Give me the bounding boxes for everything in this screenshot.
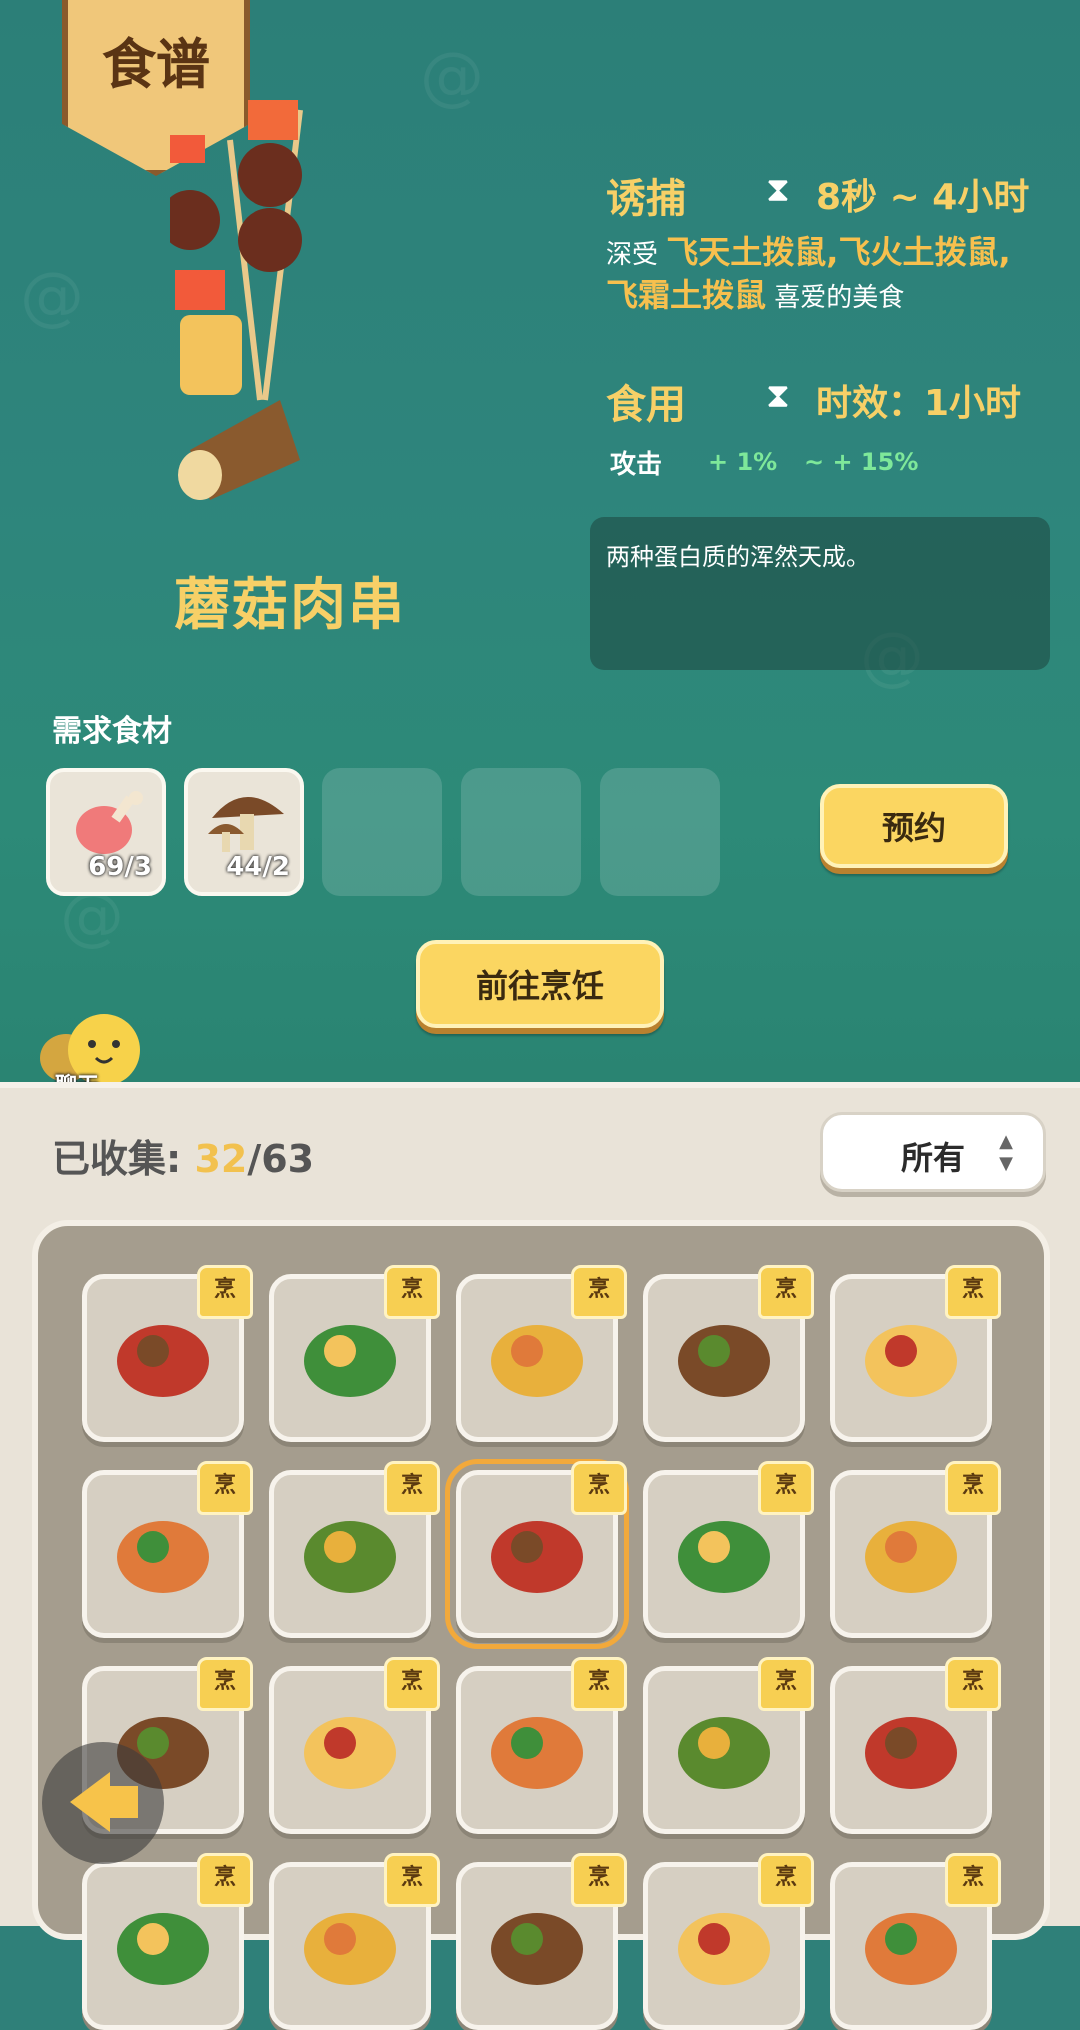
cook-badge-icon: 烹 [758,1265,814,1319]
cook-badge-icon: 烹 [571,1853,627,1907]
attack-min: + 1% [708,448,778,476]
recipe-cell[interactable]: 烹 [82,1265,253,1442]
cook-badge-icon: 烹 [945,1657,1001,1711]
collected-counter: 已收集: 32/63 [52,1128,314,1183]
attack-label: 攻击 [610,450,663,480]
recipe-cell[interactable]: 烹 [269,1265,440,1442]
cook-badge-icon: 烹 [758,1657,814,1711]
ingredient-slot-mushroom[interactable]: 44/2 [184,768,304,896]
lure-time: 8秒 ~ 4小时 [816,177,1030,218]
eat-title: 食用 [606,382,686,428]
cook-badge-icon: 烹 [758,1461,814,1515]
cook-badge-icon: 烹 [945,1853,1001,1907]
recipe-cell[interactable]: 烹 [830,1657,1001,1834]
dish-name: 蘑菇肉串 [174,573,406,638]
cook-badge-icon: 烹 [571,1657,627,1711]
mushroom-icon [208,796,284,852]
recipe-cell[interactable]: 烹 [82,1461,253,1638]
eat-duration: 时效：1小时 [816,383,1022,424]
meat-icon [76,791,143,854]
ingredient-count: 69/3 [88,852,152,882]
cook-badge-icon: 烹 [384,1657,440,1711]
cook-badge-icon: 烹 [384,1853,440,1907]
recipe-cell[interactable]: 烹 [830,1461,1001,1638]
recipe-cell[interactable]: 烹 [643,1853,814,2030]
recipe-cell[interactable]: 烹 [456,1853,627,2030]
recipe-cell[interactable]: 烹 [456,1265,627,1442]
ingredient-slot-empty [322,768,442,896]
hourglass-icon: ⧗ [766,170,790,210]
ingredient-count: 44/2 [226,852,290,882]
banner-title: 食谱 [102,33,210,96]
back-arrow-icon [70,1772,110,1832]
cook-badge-icon: 烹 [197,1853,253,1907]
cook-badge-icon: 烹 [197,1265,253,1319]
lure-creatures-1: 飞天土拨鼠,飞火土拨鼠, [666,233,1011,271]
recipe-cell[interactable]: 烹 [269,1461,440,1638]
cook-badge-icon: 烹 [384,1461,440,1515]
recipe-cell[interactable]: 烹 [445,1459,629,1649]
recipe-cell[interactable]: 烹 [830,1853,1001,2030]
dish-description: 两种蛋白质的浑然天成。 [606,543,870,571]
cook-badge-icon: 烹 [758,1853,814,1907]
cook-badge-icon: 烹 [945,1265,1001,1319]
recipe-cell[interactable]: 烹 [643,1657,814,1834]
lure-prefix: 深受 [606,240,659,270]
recipe-cell[interactable]: 烹 [82,1853,253,2030]
ingredient-slot-empty [600,768,720,896]
mushroom-skewer-art-icon [170,100,303,500]
recipe-cell[interactable]: 烹 [643,1461,814,1638]
lure-title: 诱捕 [606,176,686,222]
collected-label: 已收集: [52,1137,195,1181]
recipe-detail-panel: @ @ @ @ 食谱 蘑菇肉串 诱捕 ⧗ 8秒 ~ 4小时 深受 飞天土拨鼠,飞… [0,0,1080,1085]
cook-badge-icon: 烹 [571,1461,627,1515]
collected-count: 32 [194,1137,248,1181]
recipe-cell[interactable]: 烹 [643,1265,814,1442]
recipe-cell[interactable]: 烹 [269,1657,440,1834]
cook-badge-icon: 烹 [197,1657,253,1711]
collected-total: /63 [247,1137,315,1181]
recipe-cell[interactable]: 烹 [456,1657,627,1834]
lure-creatures-2: 飞霜土拨鼠 [606,276,767,314]
filter-dropdown[interactable]: 所有 ▲ ▼ [820,1112,1046,1192]
description-box: 两种蛋白质的浑然天成。 [590,517,1050,670]
lure-description: 深受 飞天土拨鼠,飞火土拨鼠, 飞霜土拨鼠 喜爱的美食 [606,232,1036,318]
ingredient-slot-meat[interactable]: 69/3 [46,768,166,896]
recipe-cell[interactable]: 烹 [830,1265,1001,1442]
cook-badge-icon: 烹 [384,1265,440,1319]
recipe-cell[interactable]: 烹 [269,1853,440,2030]
hourglass-icon: ⧗ [766,376,790,416]
back-button[interactable] [42,1742,164,1864]
swirl-decoration-icon: @ [420,40,484,114]
swirl-decoration-icon: @ [20,260,84,334]
reserve-button[interactable]: 预约 [820,784,1008,868]
filter-value: 所有 [901,1139,966,1177]
recipe-grid: 烹烹烹烹烹烹烹烹烹烹烹烹烹烹烹烹烹烹烹烹 [32,1220,1050,2030]
go-cook-button[interactable]: 前往烹饪 [416,940,664,1028]
ingredients-label: 需求食材 [52,714,172,749]
cook-badge-icon: 烹 [571,1265,627,1319]
cook-badge-icon: 烹 [197,1461,253,1515]
attack-max: ~ + 15% [804,448,919,476]
cook-badge-icon: 烹 [945,1461,1001,1515]
ingredient-slot-empty [461,768,581,896]
lure-suffix: 喜爱的美食 [774,283,905,313]
sort-arrows-icon: ▲ ▼ [999,1131,1013,1174]
